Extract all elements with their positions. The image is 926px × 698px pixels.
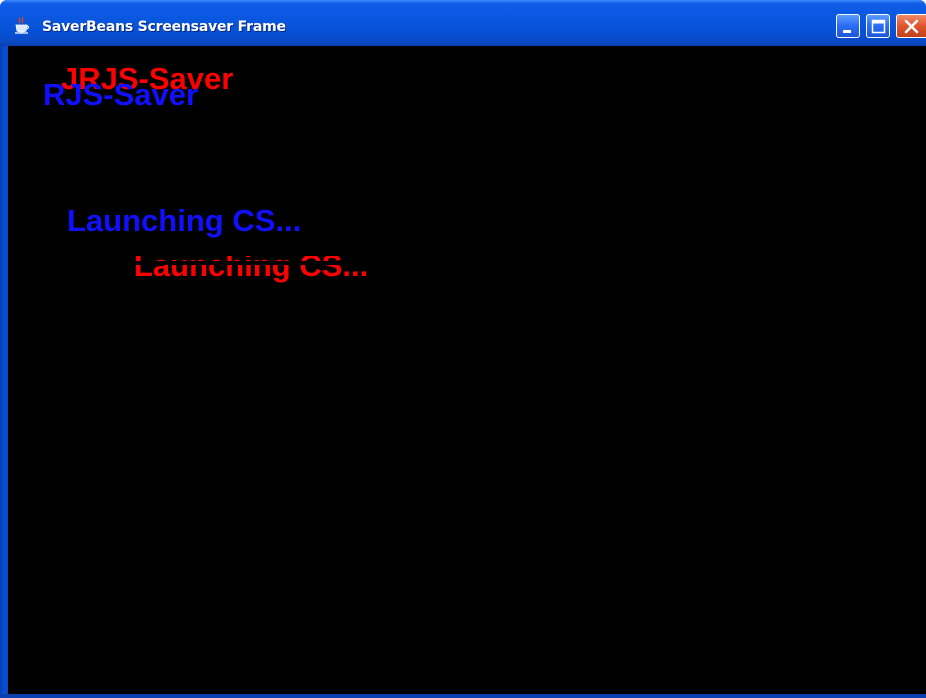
close-button[interactable] [896, 14, 926, 38]
screensaver-window: SaverBeans Screensaver Frame JRJS-Saver … [0, 0, 926, 698]
window-left-border [0, 46, 8, 694]
text-clip-band [134, 261, 424, 265]
launching-text-blue: Launching CS... [67, 203, 302, 238]
screensaver-canvas: JRJS-Saver RJS-Saver Launching CS... Lau… [8, 46, 926, 694]
maximize-button[interactable] [866, 14, 890, 38]
close-icon [904, 19, 919, 34]
java-icon [15, 17, 30, 34]
maximize-icon [871, 19, 886, 34]
window-bottom-border [0, 694, 926, 698]
saver-text-blue-top: RJS-Saver [43, 77, 199, 112]
minimize-button[interactable] [836, 14, 860, 38]
launching-text-red-label: Launching CS... [134, 256, 369, 283]
title-bar[interactable]: SaverBeans Screensaver Frame [0, 0, 926, 46]
minimize-icon [843, 30, 851, 33]
window-title: SaverBeans Screensaver Frame [42, 19, 286, 35]
